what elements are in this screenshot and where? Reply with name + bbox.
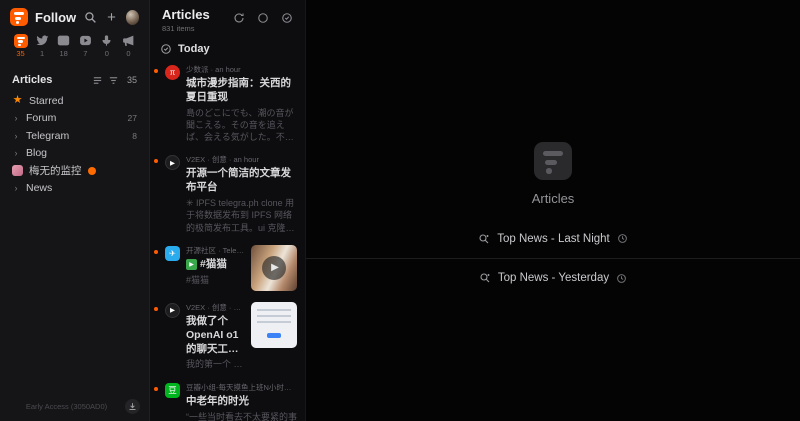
star-icon: ★	[12, 95, 23, 106]
feed-avatar: 豆	[165, 383, 180, 398]
feed-avatar: ▶	[165, 303, 180, 318]
add-subscription-button[interactable]: +	[104, 9, 118, 25]
play-icon: ▶	[262, 256, 286, 280]
mark-all-read-icon[interactable]	[279, 10, 295, 26]
unread-dot	[154, 250, 158, 254]
chevron-right-icon: ›	[12, 113, 20, 123]
check-circle-icon	[160, 43, 172, 55]
article-list-item[interactable]: ✈ 开源社区 · Telegram… · 2 hours ▶ #猫猫 #猫猫 ▶	[150, 240, 305, 297]
entry-description: #猫猫	[186, 274, 245, 286]
clock-icon	[616, 273, 627, 284]
daily-report-list: Top News - Last Night Top News - Yesterd…	[306, 219, 800, 297]
entry-meta: V2EX · 创意 · an hour	[186, 154, 297, 165]
view-list-icon[interactable]	[92, 75, 103, 86]
feed-avatar: π	[165, 65, 180, 80]
user-avatar[interactable]	[126, 10, 139, 25]
search-icon[interactable]	[83, 9, 97, 25]
tab-audio[interactable]: 0	[97, 33, 116, 58]
download-button[interactable]	[125, 399, 140, 414]
version-label: Early Access (3050AD0)	[14, 402, 119, 411]
top-news-yesterday[interactable]: Top News - Yesterday	[306, 258, 800, 297]
megaphone-icon	[121, 33, 136, 48]
sidebar-item-blog[interactable]: › Blog	[0, 145, 149, 163]
articles-icon	[14, 34, 28, 48]
item-count: 831 items	[162, 24, 231, 33]
picture-icon	[56, 33, 71, 48]
sidebar-item-forum[interactable]: › Forum 27	[0, 110, 149, 128]
thumbnail-video[interactable]: ▶	[251, 245, 297, 291]
follow-logo-icon	[10, 8, 28, 26]
clock-icon	[617, 233, 628, 244]
entry-description: 島のどこにでも、潮の音が聞こえる。その音を追えば、会える気がした。不管在岛的哪里…	[186, 107, 297, 144]
today-divider[interactable]: Today	[150, 37, 305, 59]
entry-description: ✳ IPFS telegra.ph clone 用于将数据发布到 IPFS 网络…	[186, 197, 297, 234]
article-list: Articles 831 items Today π 少数派 · an hour…	[150, 0, 306, 421]
app-header: Follow +	[0, 0, 149, 30]
microphone-icon	[99, 33, 114, 48]
bird-icon	[35, 33, 50, 48]
entry-meta: 豆瓣小组-每天摸鱼上班N小时的我们一起聊… · 3 hours	[186, 382, 297, 393]
entry-title: 开源一个简洁的文章发布平台	[186, 167, 297, 195]
sidebar-item-feed-monitor[interactable]: 梅无的监控	[0, 162, 149, 180]
tab-videos[interactable]: 7	[76, 33, 95, 58]
ai-search-icon	[478, 233, 490, 245]
article-list-header: Articles 831 items	[150, 0, 305, 37]
sidebar-footer: Early Access (3050AD0)	[0, 393, 149, 421]
feed-section-header: Articles 35	[0, 63, 149, 92]
empty-state: Articles	[532, 142, 575, 206]
entry-title: 城市漫步指南：关西的夏日重现	[186, 77, 297, 105]
section-title: Articles	[12, 74, 87, 86]
entry-title: 中老年的时光	[186, 395, 297, 409]
view-tabs: 35 1 18 7 0	[0, 30, 149, 63]
empty-state-label: Articles	[532, 191, 575, 206]
feed-avatar: ▶	[165, 155, 180, 170]
sidebar-item-news[interactable]: › News	[0, 180, 149, 198]
chevron-right-icon: ›	[12, 148, 20, 158]
article-list-item[interactable]: ▶ V2EX · 创意 · an hour 开源一个简洁的文章发布平台 ✳ IP…	[150, 149, 305, 239]
report-label: Top News - Yesterday	[498, 272, 609, 284]
entry-title: ▶ #猫猫	[186, 258, 245, 272]
sidebar: Follow + 35 1 18 7	[0, 0, 150, 421]
sidebar-item-telegram[interactable]: › Telegram 8	[0, 127, 149, 145]
sort-icon[interactable]	[108, 75, 119, 86]
app-title: Follow	[35, 10, 76, 25]
entry-title: 我做了个 OpenAI o1 的聊天工具站，给大家免费试用	[186, 315, 245, 357]
video-play-icon	[78, 33, 93, 48]
unread-dot	[154, 387, 158, 391]
chevron-right-icon: ›	[12, 131, 20, 141]
unread-dot	[154, 307, 158, 311]
article-list-item[interactable]: π 少数派 · an hour 城市漫步指南：关西的夏日重现 島のどこにでも、潮…	[150, 59, 305, 149]
report-label: Top News - Last Night	[497, 233, 610, 245]
reader-panel: Articles Top News - Last Night Top News …	[306, 0, 800, 421]
feed-favicon	[12, 165, 23, 176]
today-label: Today	[178, 43, 210, 55]
feed-nav: ★ Starred › Forum 27 › Telegram 8 › Blog…	[0, 92, 149, 197]
tab-social-media[interactable]: 1	[33, 33, 52, 58]
unread-dot	[154, 69, 158, 73]
refresh-icon[interactable]	[231, 10, 247, 26]
entry-meta: 开源社区 · Telegram… · 2 hours	[186, 245, 245, 256]
ai-search-icon	[479, 272, 491, 284]
unread-total: 35	[127, 75, 137, 85]
top-news-last-night[interactable]: Top News - Last Night	[306, 219, 800, 258]
article-list-item[interactable]: 豆 豆瓣小组-每天摸鱼上班N小时的我们一起聊… · 3 hours 中老年的时光…	[150, 377, 305, 421]
video-icon: ▶	[186, 259, 197, 270]
sidebar-item-starred[interactable]: ★ Starred	[0, 92, 149, 110]
thumbnail-screenshot[interactable]	[251, 302, 297, 348]
feed-error-badge-icon	[88, 167, 96, 175]
entry-description: 我的第一个 AI 聊天站上…	[186, 358, 245, 370]
tab-articles[interactable]: 35	[11, 33, 30, 58]
chevron-right-icon: ›	[12, 183, 20, 193]
tab-notifications[interactable]: 0	[119, 33, 138, 58]
article-list-item[interactable]: ▶ V2EX · 创意 · 3 hours 我做了个 OpenAI o1 的聊天…	[150, 297, 305, 377]
entry-meta: V2EX · 创意 · 3 hours	[186, 302, 245, 313]
entry-meta: 少数派 · an hour	[186, 64, 297, 75]
follow-logo-placeholder-icon	[534, 142, 572, 180]
tab-pictures[interactable]: 18	[54, 33, 73, 58]
unread-dot	[154, 159, 158, 163]
list-title: Articles	[162, 7, 231, 22]
feed-avatar: ✈	[165, 246, 180, 261]
unread-filter-icon[interactable]	[255, 10, 271, 26]
entry-description: “一些当时看去不太要紧的事却能长久扎根在记忆里。它们一向都在那儿安睡，偶尔醒一下…	[186, 411, 297, 421]
